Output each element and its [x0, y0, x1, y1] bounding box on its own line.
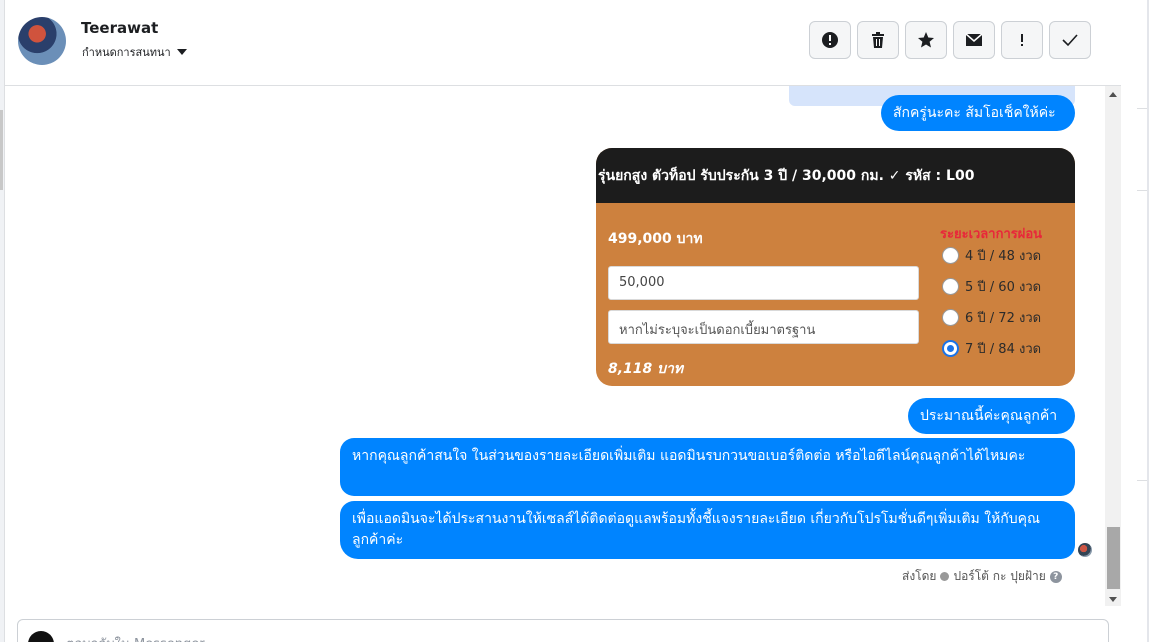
installment-calculator-card: รุ่นยกสูง ตัวท็อป รับประกัน 3 ปี / 30,00… [596, 148, 1075, 386]
mark-unread-button[interactable] [953, 21, 995, 59]
period-option[interactable]: 6 ปี / 72 งวด [942, 307, 1041, 328]
sent-by-line: ส่งโดย ปอร์โต้ กะ ปุยฝ้าย ? [902, 567, 1062, 586]
caret-down-icon [176, 49, 187, 55]
radio-icon[interactable] [942, 247, 959, 264]
radio-icon[interactable] [942, 309, 959, 326]
exclamation-icon [1021, 34, 1023, 46]
conversation-panel: Teerawat กำหนดการสนทนา สักครู่นะคะ ส้มโอ… [4, 0, 1122, 642]
message-bubble[interactable]: ประมาณนี้ค่ะคุณลูกค้า [908, 398, 1075, 434]
help-icon[interactable]: ? [1049, 570, 1062, 583]
page-avatar [28, 631, 54, 642]
status-dot-icon [940, 572, 950, 581]
contact-name[interactable]: Teerawat [81, 19, 158, 37]
scroll-down-arrow-icon[interactable] [1109, 597, 1117, 602]
assign-conversation-dropdown[interactable]: กำหนดการสนทนา [82, 43, 187, 61]
period-option-label: 5 ปี / 60 งวด [965, 280, 1042, 295]
thread-scrollbar[interactable] [1105, 86, 1122, 606]
delete-button[interactable] [857, 21, 899, 59]
scrollbar-thumb[interactable] [1107, 527, 1120, 589]
period-option-label: 7 ปี / 84 งวด [965, 342, 1042, 357]
period-option[interactable]: 5 ปี / 60 งวด [942, 276, 1041, 297]
mark-done-button[interactable] [1049, 21, 1091, 59]
envelope-icon [965, 33, 983, 46]
installment-period-title: ระยะเวลาการผ่อน [940, 227, 1043, 242]
contact-avatar[interactable] [18, 17, 66, 65]
sent-by-label: ส่งโดย [902, 569, 937, 583]
card-headline: รุ่นยกสูง ตัวท็อป รับประกัน 3 ปี / 30,00… [596, 148, 1075, 203]
star-button[interactable] [905, 21, 947, 59]
period-option[interactable]: 4 ปี / 48 งวด [942, 245, 1041, 266]
trash-icon [872, 32, 884, 48]
message-bubble[interactable]: หากคุณลูกค้าสนใจ ในส่วนของรายละเอียดเพิ่… [340, 438, 1075, 496]
period-option-label: 6 ปี / 72 งวด [965, 311, 1042, 326]
composer-placeholder[interactable]: ตอบกลับใน Messenger [66, 633, 205, 642]
action-toolbar [809, 21, 1091, 59]
sent-by-name: ปอร์โต้ กะ ปุยฝ้าย [953, 569, 1046, 583]
page: Teerawat กำหนดการสนทนา สักครู่นะคะ ส้มโอ… [0, 0, 1149, 642]
down-payment-input[interactable]: 50,000 [608, 266, 919, 300]
follow-up-button[interactable] [1001, 21, 1043, 59]
mark-spam-button[interactable] [809, 21, 851, 59]
message-bubble[interactable]: เพื่อแอดมินจะได้ประสานงานให้เซลส์ได้ติดต… [340, 501, 1075, 559]
message-bubble[interactable]: สักครู่นะคะ ส้มโอเช็คให้ค่ะ [881, 95, 1075, 131]
message-thread[interactable]: สักครู่นะคะ ส้มโอเช็คให้ค่ะ รุ่นยกสูง ตั… [5, 86, 1105, 610]
left-edge-marker [0, 110, 3, 190]
car-price: 499,000 บาท [608, 231, 703, 247]
check-icon [1062, 34, 1078, 47]
spam-icon [822, 32, 838, 48]
right-sidebar-edge [1121, 0, 1149, 642]
scroll-up-arrow-icon[interactable] [1109, 92, 1117, 97]
radio-icon[interactable] [942, 278, 959, 295]
monthly-payment: 8,118 บาท [608, 361, 684, 377]
conversation-header: Teerawat กำหนดการสนทนา [5, 0, 1122, 86]
assign-label: กำหนดการสนทนา [82, 46, 171, 59]
radio-selected-icon[interactable] [942, 340, 959, 357]
period-option-selected[interactable]: 7 ปี / 84 งวด [942, 338, 1041, 359]
reply-composer[interactable]: ตอบกลับใน Messenger [17, 619, 1109, 642]
seen-avatar [1078, 543, 1092, 557]
star-icon [918, 32, 934, 48]
period-option-label: 4 ปี / 48 งวด [965, 249, 1042, 264]
interest-rate-input[interactable]: หากไม่ระบุจะเป็นดอกเบี้ยมาตรฐาน [608, 310, 919, 344]
